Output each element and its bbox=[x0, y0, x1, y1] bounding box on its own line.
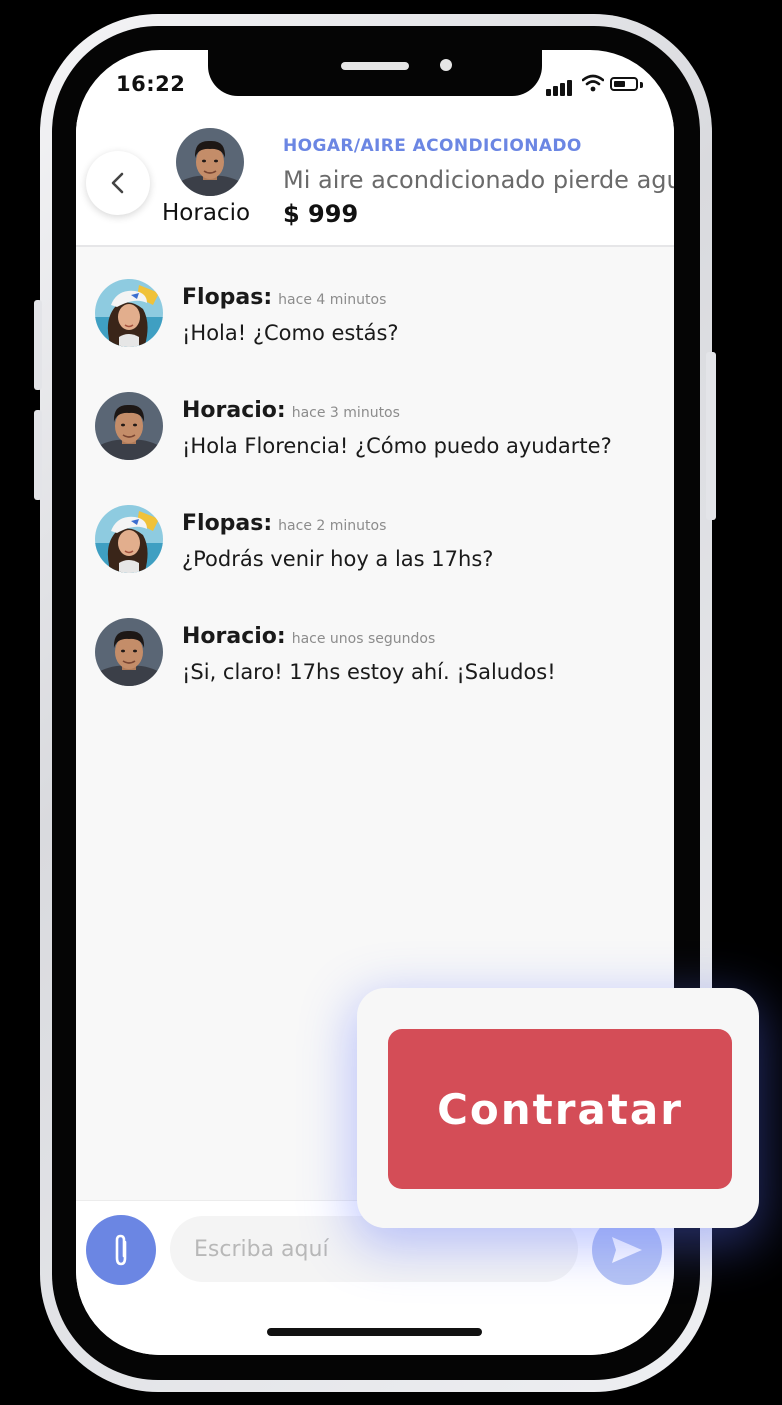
message-text: ¿Podrás venir hoy a las 17hs? bbox=[182, 547, 494, 571]
attach-button[interactable] bbox=[86, 1215, 156, 1285]
contact-name: Horacio bbox=[162, 200, 251, 226]
back-button[interactable] bbox=[86, 151, 150, 215]
avatar bbox=[95, 505, 163, 573]
notch bbox=[208, 50, 542, 96]
wifi-icon bbox=[582, 74, 604, 92]
message-text: ¡Hola! ¿Como estás? bbox=[182, 321, 399, 345]
service-title: Mi aire acondicionado pierde agua bbox=[283, 166, 674, 194]
paperclip-icon bbox=[115, 1234, 127, 1266]
message-time: hace 3 minutos bbox=[291, 405, 400, 421]
author-name: Flopas: bbox=[182, 285, 273, 310]
avatar[interactable] bbox=[176, 128, 244, 196]
author-name: Flopas: bbox=[182, 511, 273, 536]
battery-tip bbox=[640, 82, 643, 88]
speaker-grille bbox=[341, 62, 409, 70]
message-author: Horacio: hace unos segundos bbox=[182, 624, 435, 649]
service-price: $ 999 bbox=[283, 200, 359, 228]
message-author: Flopas: hace 2 minutos bbox=[182, 511, 386, 536]
avatar bbox=[95, 618, 163, 686]
message-text: ¡Hola Florencia! ¿Cómo puedo ayudarte? bbox=[182, 434, 612, 458]
avatar bbox=[95, 279, 163, 347]
status-icons bbox=[546, 74, 656, 96]
cta-card: Contratar bbox=[357, 988, 759, 1228]
message-author: Flopas: hace 4 minutos bbox=[182, 285, 386, 310]
author-name: Horacio: bbox=[182, 398, 286, 423]
avatar bbox=[95, 392, 163, 460]
message-time: hace unos segundos bbox=[291, 631, 436, 647]
status-time: 16:22 bbox=[116, 72, 186, 96]
home-indicator bbox=[267, 1328, 482, 1336]
phone-side-button bbox=[706, 352, 716, 520]
message-text: ¡Si, claro! 17hs estoy ahí. ¡Saludos! bbox=[182, 660, 556, 684]
phone-volume-button bbox=[34, 410, 42, 500]
author-name: Horacio: bbox=[182, 624, 286, 649]
message-time: hace 2 minutos bbox=[278, 518, 387, 534]
chat-message: Horacio: hace unos segundos ¡Si, claro! 1… bbox=[76, 618, 674, 708]
phone-volume-button bbox=[34, 300, 42, 390]
chevron-left-icon bbox=[111, 172, 124, 194]
chat-message: Flopas: hace 2 minutos ¿Podrás venir hoy … bbox=[76, 505, 674, 595]
message-author: Horacio: hace 3 minutos bbox=[182, 398, 400, 423]
battery-icon bbox=[610, 77, 638, 91]
contratar-button[interactable]: Contratar bbox=[388, 1029, 732, 1189]
service-category: HOGAR/AIRE ACONDICIONADO bbox=[283, 136, 582, 156]
chat-header: Horacio HOGAR/AIRE ACONDICIONADO Mi aire… bbox=[76, 120, 674, 247]
send-icon bbox=[612, 1237, 642, 1263]
front-camera bbox=[440, 59, 452, 71]
chat-message: Horacio: hace 3 minutos ¡Hola Florencia! … bbox=[76, 392, 674, 482]
chat-message: Flopas: hace 4 minutos ¡Hola! ¿Como estás… bbox=[76, 279, 674, 369]
message-time: hace 4 minutos bbox=[278, 292, 387, 308]
